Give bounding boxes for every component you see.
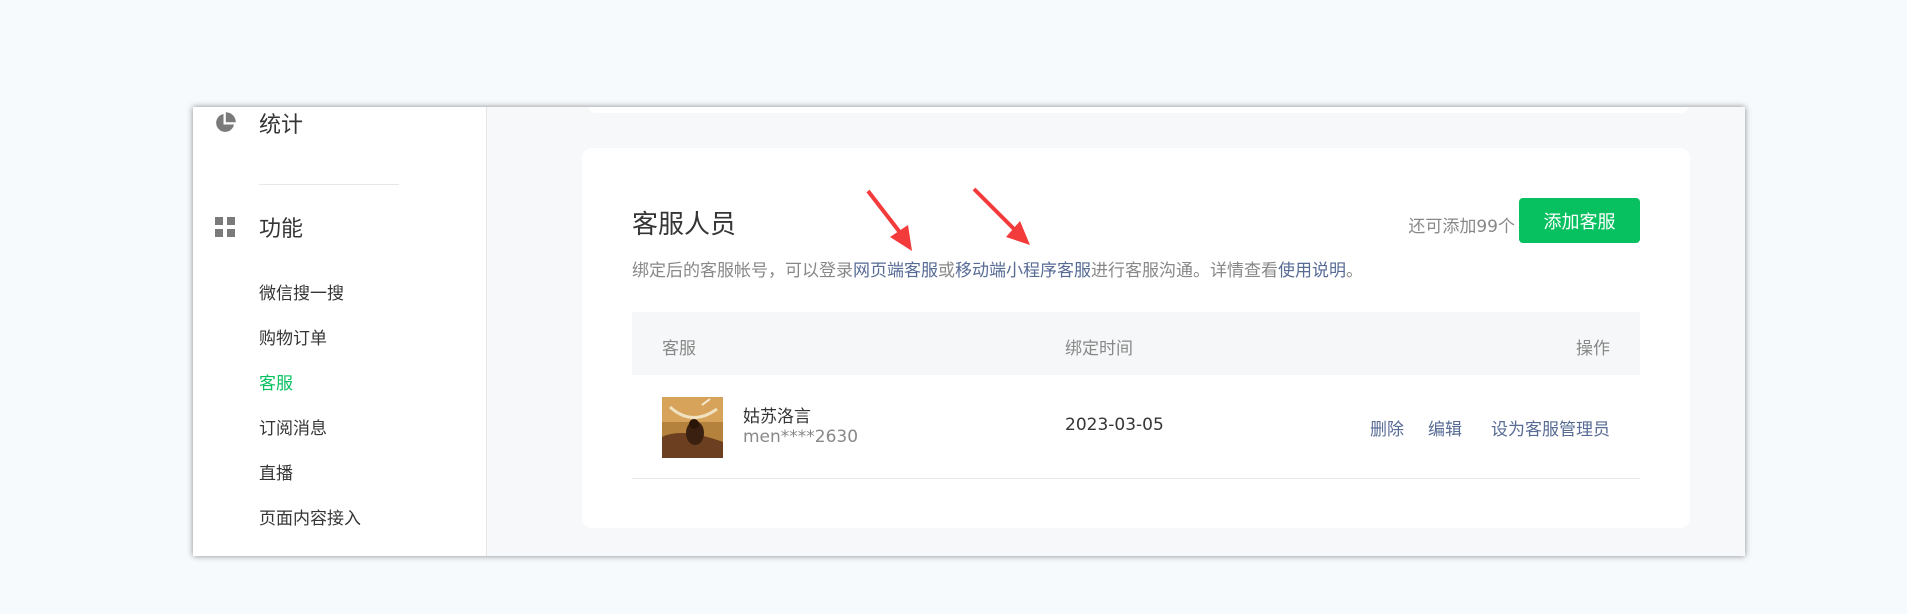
previous-card: [588, 107, 1689, 113]
sidebar-item-live[interactable]: 直播: [259, 459, 293, 484]
add-agent-button[interactable]: 添加客服: [1519, 198, 1640, 243]
admin-window: 统计 功能 微信搜一搜 购物订单 客服 订阅消息 直播 页面内容接入 客服人员 …: [193, 107, 1745, 556]
edit-link[interactable]: 编辑: [1428, 415, 1462, 440]
sidebar: 统计 功能 微信搜一搜 购物订单 客服 订阅消息 直播 页面内容接入: [193, 107, 487, 556]
sidebar-item-stats-label: 统计: [259, 113, 304, 138]
sidebar-item-features-label: 功能: [259, 217, 304, 242]
annotation-arrow-mobile: [972, 187, 1030, 245]
mobile-service-link[interactable]: 移动端小程序客服: [955, 261, 1091, 281]
sidebar-item-page-content[interactable]: 页面内容接入: [259, 504, 361, 529]
desc-prefix: 绑定后的客服帐号，可以登录: [632, 261, 853, 281]
desc-or: 或: [938, 261, 955, 281]
sidebar-item-customer-service[interactable]: 客服: [259, 369, 293, 394]
table-header: 客服 绑定时间 操作: [632, 312, 1640, 375]
main-area: 客服人员 还可添加99个 添加客服 绑定后的客服帐号，可以登录网页端客服或移动端…: [487, 107, 1745, 556]
pie-chart-icon: [213, 111, 237, 135]
sidebar-item-subscription-messages[interactable]: 订阅消息: [259, 414, 327, 439]
sidebar-item-stats[interactable]: 统计: [213, 107, 303, 139]
agent-account: men****2630: [743, 427, 859, 447]
column-header-bind-time: 绑定时间: [1065, 339, 1133, 359]
set-admin-link[interactable]: 设为客服管理员: [1491, 415, 1610, 440]
sidebar-item-wechat-search[interactable]: 微信搜一搜: [259, 279, 344, 304]
desc-suffix: 。: [1346, 261, 1363, 281]
web-service-link[interactable]: 网页端客服: [853, 261, 938, 281]
sidebar-item-features[interactable]: 功能: [213, 211, 303, 243]
avatar: [662, 397, 723, 458]
sidebar-item-shopping-orders[interactable]: 购物订单: [259, 324, 327, 349]
column-header-agent: 客服: [662, 339, 696, 359]
agent-name: 姑苏洛言: [743, 407, 811, 427]
customer-service-card: 客服人员 还可添加99个 添加客服 绑定后的客服帐号，可以登录网页端客服或移动端…: [582, 148, 1690, 528]
table-row: 姑苏洛言 men****2630 2023-03-05 删除 编辑 设为客服管理…: [632, 375, 1640, 479]
sidebar-divider: [259, 184, 399, 185]
delete-link[interactable]: 删除: [1370, 415, 1404, 440]
grid-icon: [213, 215, 237, 239]
card-description: 绑定后的客服帐号，可以登录网页端客服或移动端小程序客服进行客服沟通。详情查看使用…: [632, 256, 1363, 281]
bind-date: 2023-03-05: [1065, 415, 1164, 435]
desc-middle: 进行客服沟通。详情查看: [1091, 261, 1278, 281]
card-title: 客服人员: [632, 210, 737, 240]
help-link[interactable]: 使用说明: [1278, 261, 1346, 281]
annotation-arrow-web: [866, 189, 912, 251]
column-header-actions: 操作: [1576, 339, 1610, 359]
remaining-quota-text: 还可添加99个: [1408, 217, 1515, 237]
